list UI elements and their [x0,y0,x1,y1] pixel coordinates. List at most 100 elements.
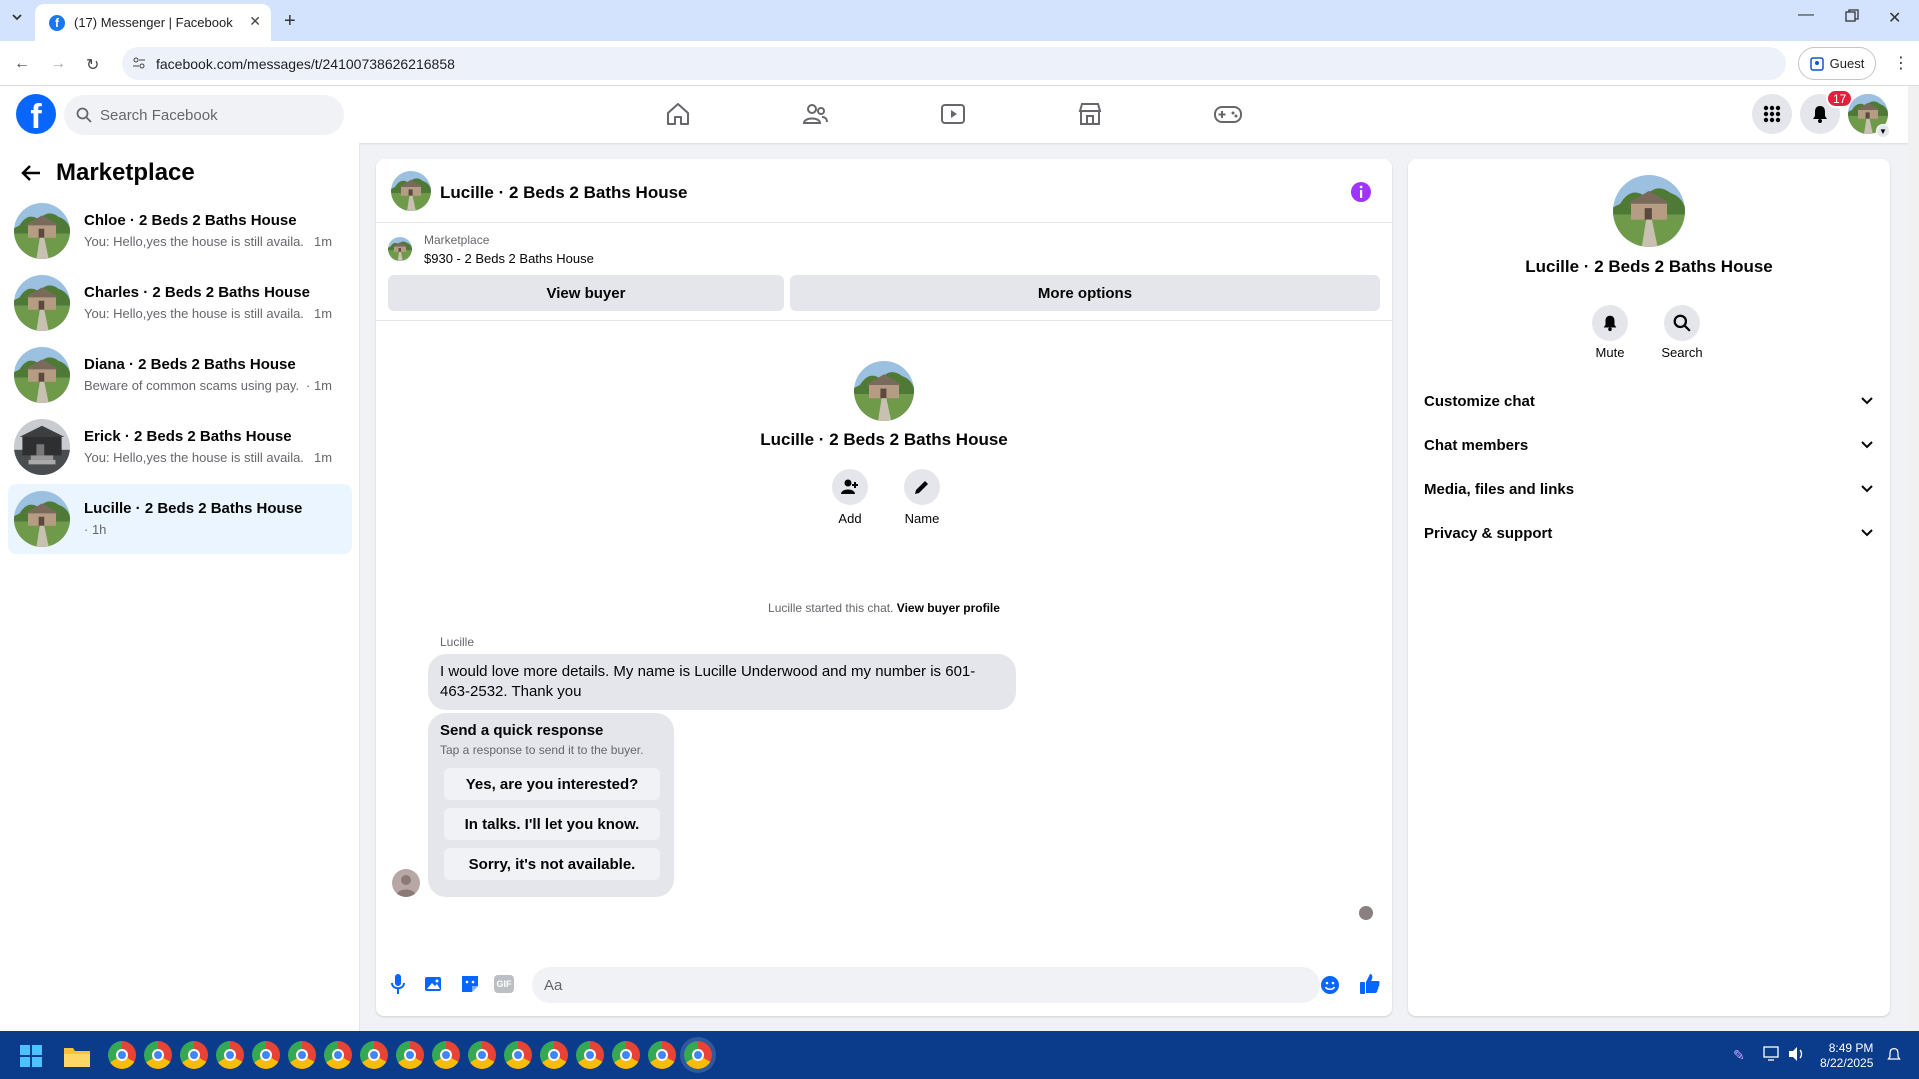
new-tab-button[interactable]: + [284,10,296,33]
pen-icon[interactable]: ✎ [1733,1047,1745,1064]
conversation-item-lucille[interactable]: Lucille · 2 Beds 2 Baths House · 1h [8,484,352,554]
view-buyer-button[interactable]: View buyer [388,275,784,311]
address-bar[interactable]: facebook.com/messages/t/2410073862621685… [122,47,1786,80]
back-arrow-icon[interactable] [20,163,42,183]
facebook-logo-icon[interactable]: f [16,94,56,134]
thumbs-up-icon[interactable] [1358,972,1382,996]
quick-response-card: Send a quick response Tap a response to … [428,713,674,897]
chrome-taskbar-icon[interactable] [324,1041,352,1069]
chrome-taskbar-icon[interactable] [144,1041,172,1069]
listing-thumbnail[interactable] [388,237,412,261]
facebook-search-input[interactable]: Search Facebook [64,95,344,135]
chrome-taskbar-icon[interactable] [612,1041,640,1069]
quick-reply-button[interactable]: Sorry, it's not available. [444,848,660,880]
windows-start-icon[interactable] [20,1045,42,1067]
chat-details-panel: Lucille · 2 Beds 2 Baths House Mute Sear… [1408,159,1890,1016]
section-label: Customize chat [1424,392,1535,410]
chrome-taskbar-icon[interactable] [108,1041,136,1069]
conversation-time: 1m [314,450,333,465]
message-input[interactable]: Aa [532,967,1339,1003]
browser-menu-icon[interactable]: ⋮ [1893,53,1909,73]
conversation-name: Charles · 2 Beds 2 Baths House [84,284,310,301]
chrome-taskbar-icon[interactable] [288,1041,316,1069]
privacy-support-section[interactable]: Privacy & support [1424,515,1874,551]
chrome-taskbar-icon[interactable] [216,1041,244,1069]
guest-label: Guest [1829,56,1865,71]
name-chat-button[interactable] [904,469,940,505]
clock-date: 8/22/2025 [1820,1056,1874,1070]
message-composer: GIF Aa [376,967,1392,1007]
search-conversation-button[interactable] [1664,305,1700,341]
conversation-name: Diana · 2 Beds 2 Baths House [84,356,296,373]
emoji-icon[interactable] [1320,975,1340,995]
chrome-taskbar-icon[interactable] [504,1041,532,1069]
conversation-item-diana[interactable]: Diana · 2 Beds 2 Baths House Beware of c… [8,340,352,410]
chat-title[interactable]: Lucille · 2 Beds 2 Baths House [440,183,688,203]
home-icon[interactable] [664,100,692,128]
system-clock[interactable]: 8:49 PM 8/22/2025 [1820,1041,1873,1071]
info-icon[interactable] [1350,181,1372,203]
chrome-taskbar-icon[interactable] [468,1041,496,1069]
back-button[interactable]: ← [14,55,30,73]
site-info-icon[interactable] [132,56,146,70]
photo-icon[interactable] [424,974,444,994]
mute-button[interactable] [1592,305,1628,341]
conversation-avatar [14,347,70,403]
tab-list-button[interactable] [10,10,24,24]
quick-reply-button[interactable]: In talks. I'll let you know. [444,808,660,840]
marketplace-icon[interactable] [1076,100,1104,128]
page-scrollbar[interactable] [1908,86,1919,1031]
chrome-taskbar-icon[interactable] [576,1041,604,1069]
conversation-item-chloe[interactable]: Chloe · 2 Beds 2 Baths House You: Hello,… [8,196,352,266]
chevron-down-icon [1860,396,1874,406]
volume-icon[interactable] [1788,1046,1806,1062]
file-explorer-icon[interactable] [64,1045,90,1067]
close-tab-icon[interactable]: ✕ [249,13,261,30]
add-people-button[interactable] [832,469,868,505]
sender-avatar [392,869,420,897]
chevron-down-icon[interactable]: ▼ [1876,124,1890,138]
microphone-icon[interactable] [390,973,406,995]
menu-grid-button[interactable] [1752,94,1792,134]
listing-title[interactable]: $930 - 2 Beds 2 Baths House [424,251,594,266]
chrome-taskbar-icon[interactable] [684,1041,712,1069]
customize-chat-section[interactable]: Customize chat [1424,383,1874,419]
gif-icon[interactable]: GIF [494,975,514,993]
sticker-icon[interactable] [460,974,480,994]
video-icon[interactable] [939,100,967,128]
notifications-icon[interactable] [1886,1046,1902,1064]
close-window-button[interactable]: ✕ [1888,8,1901,28]
reload-button[interactable]: ↻ [86,55,99,75]
more-options-button[interactable]: More options [790,275,1380,311]
chrome-taskbar-icon[interactable] [180,1041,208,1069]
chevron-down-icon [1860,528,1874,538]
friends-icon[interactable] [801,100,829,128]
gaming-icon[interactable] [1213,100,1243,128]
facebook-header: f Search Facebook 17 ▼ [0,86,1908,143]
network-icon[interactable] [1763,1046,1781,1062]
minimize-window-button[interactable]: — [1798,6,1814,24]
view-buyer-profile-link[interactable]: View buyer profile [897,601,1000,615]
conversation-item-erick[interactable]: Erick · 2 Beds 2 Baths House You: Hello,… [8,412,352,482]
quick-reply-button[interactable]: Yes, are you interested? [444,768,660,800]
chrome-taskbar-icon[interactable] [432,1041,460,1069]
browser-tab[interactable]: f (17) Messenger | Facebook ✕ [35,4,271,41]
guest-profile-button[interactable]: Guest [1798,47,1876,80]
details-name: Lucille · 2 Beds 2 Baths House [1525,257,1773,276]
chrome-taskbar-icon[interactable] [648,1041,676,1069]
conversation-item-charles[interactable]: Charles · 2 Beds 2 Baths House You: Hell… [8,268,352,338]
chrome-taskbar-icon[interactable] [360,1041,388,1069]
mute-label: Mute [1595,345,1625,360]
conversation-name: Chloe · 2 Beds 2 Baths House [84,212,297,229]
restore-window-button[interactable] [1845,9,1859,23]
bell-icon [1603,315,1617,332]
section-label: Chat members [1424,436,1529,454]
message-bubble[interactable]: I would love more details. My name is Lu… [428,654,1016,710]
media-files-links-section[interactable]: Media, files and links [1424,471,1874,507]
forward-button[interactable]: → [50,55,66,73]
chat-members-section[interactable]: Chat members [1424,427,1874,463]
chat-header-avatar[interactable] [391,171,431,211]
chrome-taskbar-icon[interactable] [396,1041,424,1069]
chrome-taskbar-icon[interactable] [540,1041,568,1069]
chrome-taskbar-icon[interactable] [252,1041,280,1069]
